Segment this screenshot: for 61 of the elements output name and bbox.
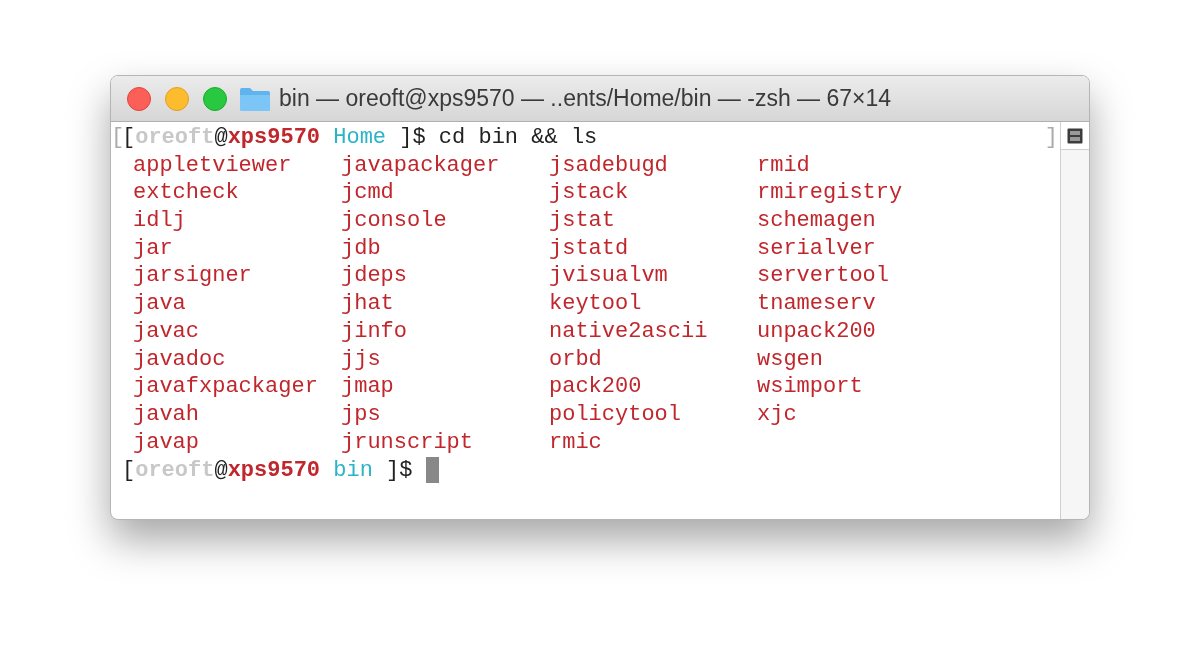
- file-name: jcmd: [341, 179, 395, 208]
- file-name: pack200: [549, 373, 643, 401]
- file-name: jrunscript: [341, 428, 475, 457]
- file-name: servertool: [757, 262, 891, 291]
- file-name: javac: [133, 317, 200, 346]
- file-name: jhat: [341, 290, 395, 318]
- file-name: java: [133, 290, 187, 318]
- split-pane-icon[interactable]: [1067, 127, 1083, 144]
- file-name: tnameserv: [757, 290, 877, 318]
- file-name: xjc: [757, 400, 798, 429]
- file-name: jmap: [341, 373, 395, 401]
- file-name: jdb: [341, 234, 382, 263]
- file-name: javafxpackager: [133, 373, 319, 401]
- file-name: jvisualvm: [549, 262, 669, 291]
- file-name: orbd: [549, 345, 603, 374]
- file-name: native2ascii: [549, 317, 709, 346]
- prompt-text: [: [122, 456, 136, 485]
- zoom-button[interactable]: [203, 86, 227, 111]
- folder-icon: [239, 85, 271, 112]
- file-name: jps: [341, 400, 382, 429]
- file-name: jstack: [549, 179, 630, 208]
- prompt-text: @: [214, 456, 228, 485]
- file-name: wsimport: [757, 373, 864, 401]
- file-name: jsadebugd: [549, 151, 669, 180]
- file-name: extcheck: [133, 179, 240, 208]
- file-name: jarsigner: [133, 262, 253, 291]
- minimize-button[interactable]: [165, 86, 189, 111]
- file-name: rmid: [757, 151, 811, 180]
- file-name: rmic: [549, 428, 603, 457]
- prompt-text: @: [214, 124, 228, 153]
- file-name: jjs: [341, 345, 382, 374]
- file-name: jstatd: [549, 234, 630, 263]
- line-mark: [: [111, 124, 122, 153]
- prompt-directory: Home: [333, 124, 387, 153]
- file-name: javadoc: [133, 345, 227, 374]
- close-button[interactable]: [127, 86, 151, 111]
- file-name: idlj: [133, 207, 187, 235]
- prompt-host: xps9570: [227, 124, 321, 153]
- file-name: keytool: [549, 290, 643, 318]
- file-name: javah: [133, 400, 200, 429]
- prompt-text: ]$ cd bin && ls: [398, 124, 598, 153]
- prompt-text: [: [122, 124, 136, 153]
- prompt-host: xps9570: [227, 456, 321, 485]
- file-name: appletviewer: [133, 151, 293, 180]
- prompt-directory: bin: [333, 456, 373, 485]
- file-name: jar: [133, 234, 174, 263]
- prompt-text: ]$: [385, 456, 414, 485]
- file-name: rmiregistry: [757, 179, 904, 208]
- file-name: unpack200: [757, 317, 877, 346]
- window-title: bin — oreoft@xps9570 — ..ents/Home/bin — -zsh — 67×14: [279, 84, 892, 114]
- file-name: wsgen: [757, 345, 824, 374]
- file-name: serialver: [757, 234, 877, 263]
- file-name: jinfo: [341, 317, 408, 346]
- file-name: schemagen: [757, 207, 877, 235]
- file-name: jstat: [549, 207, 616, 235]
- line-mark: ]: [1044, 124, 1058, 153]
- file-name: jdeps: [341, 262, 408, 291]
- file-name: policytool: [549, 400, 683, 429]
- file-name: javap: [133, 428, 200, 457]
- file-name: jconsole: [341, 207, 448, 235]
- file-name: javapackager: [341, 151, 501, 180]
